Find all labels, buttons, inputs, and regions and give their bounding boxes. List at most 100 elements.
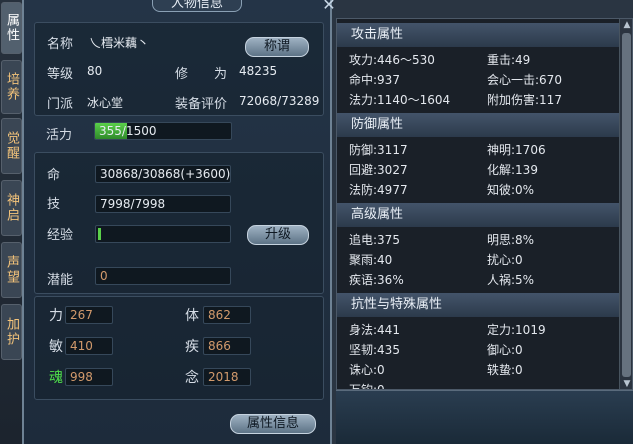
attribute-value: 诛心:0 <box>349 363 385 377</box>
attribute-value: 化解:139 <box>487 163 538 177</box>
stat-value: 866 <box>208 339 231 353</box>
side-tab-blessing[interactable]: 加护 <box>1 304 22 360</box>
attribute-value: 神明:1706 <box>487 143 546 157</box>
potential-value: 0 <box>100 269 108 283</box>
stat-value: 862 <box>208 308 231 322</box>
attribute-value: 附加伤害:117 <box>487 93 562 107</box>
side-tab-label: 声望 <box>4 255 19 285</box>
side-tab-reputation[interactable]: 声望 <box>1 242 22 298</box>
attribute-value: 御心:0 <box>487 343 523 357</box>
side-tab-attributes[interactable]: 属性 <box>1 2 22 54</box>
exp-label: 经验 <box>47 228 74 243</box>
attribute-value: 回避:3027 <box>349 163 408 177</box>
stat-label: 疾 <box>185 339 199 355</box>
attribute-value: 会心一击:670 <box>487 73 562 87</box>
side-tab-label: 属性 <box>4 13 19 43</box>
side-tab-strip: 属性 培养 觉醒 神启 声望 加护 <box>0 0 22 444</box>
attribute-detail-panel: 攻击属性攻力:446～530 重击:49 命中:937 会心一击:670 法力:1140… <box>336 18 633 390</box>
scrollbar[interactable]: ▲ ▼ <box>619 19 632 389</box>
name-value: 乀樰米藕丶 <box>89 36 150 50</box>
stat-value-field: 267 <box>65 306 113 324</box>
stats-section: 力 267 体 862 敏 410 疾 866 魂 998 念 2018 <box>34 296 324 400</box>
attribute-section-header: 攻击属性 <box>337 23 619 47</box>
cultivation-value: 48235 <box>239 64 278 78</box>
stat-value-field: 2018 <box>203 368 251 386</box>
attribute-info-button[interactable]: 属性信息 <box>230 414 316 434</box>
skill-field: 7998/7998 <box>95 195 231 213</box>
skill-label: 技 <box>47 197 61 212</box>
title-button[interactable]: 称谓 <box>245 37 309 57</box>
attribute-value: 明思:8% <box>487 233 535 247</box>
panel-title: 人物信息 <box>152 0 243 12</box>
stat-value-field: 866 <box>203 337 251 355</box>
attribute-value: 聚雨:40 <box>349 253 393 267</box>
stat-value: 267 <box>70 308 93 322</box>
vitality-label: 活力 <box>46 128 73 143</box>
faction-label: 门派 <box>47 97 74 112</box>
faction-value: 冰心堂 <box>87 96 124 110</box>
side-tab-label: 神启 <box>4 193 19 223</box>
basic-info-section: 名称 乀樰米藕丶 称谓 等级 80 修 为 48235 门派 冰心堂 装备评价 … <box>34 22 324 116</box>
side-tab-label: 加护 <box>4 317 19 347</box>
side-tab-label: 培养 <box>4 72 19 102</box>
level-label: 等级 <box>47 67 74 82</box>
attribute-value: 轶蛰:0 <box>487 363 523 377</box>
stat-value: 410 <box>70 339 93 353</box>
attribute-value: 知彼:0% <box>487 183 535 197</box>
stat-label: 力 <box>49 308 63 324</box>
attribute-value: 人祸:5% <box>487 273 535 287</box>
attribute-value: 命中:937 <box>349 73 400 87</box>
life-field: 30868/30868(+3600) <box>95 165 231 183</box>
close-icon[interactable]: ✕ <box>320 0 338 14</box>
attribute-value: 追电:375 <box>349 233 400 247</box>
upgrade-button[interactable]: 升级 <box>247 225 309 245</box>
stat-label: 念 <box>185 370 199 386</box>
attribute-section-header: 防御属性 <box>337 113 619 137</box>
attribute-value: 身法:441 <box>349 323 400 337</box>
attribute-value: 法力:1140～1604 <box>349 93 451 107</box>
stat-value-field: 410 <box>65 337 113 355</box>
skill-value: 7998/7998 <box>100 197 166 211</box>
equip-score-label: 装备评价 <box>175 97 228 112</box>
character-info-panel: 人物信息 ✕ 名称 乀樰米藕丶 称谓 等级 80 修 为 48235 门派 冰心… <box>22 0 336 444</box>
side-tab-training[interactable]: 培养 <box>1 60 22 114</box>
stat-value-field: 862 <box>203 306 251 324</box>
scroll-up-icon[interactable]: ▲ <box>622 20 632 30</box>
exp-fill <box>98 228 101 240</box>
attribute-section-header: 抗性与特殊属性 <box>337 293 619 317</box>
vitality-value: 355/1500 <box>99 124 157 138</box>
life-label: 命 <box>47 168 61 183</box>
cultivation-label: 修 为 <box>175 67 228 82</box>
attribute-value: 定力:1019 <box>487 323 546 337</box>
side-tab-awaken[interactable]: 觉醒 <box>1 118 22 174</box>
attribute-value: 疾语:36% <box>349 273 404 287</box>
attribute-section-header: 高级属性 <box>337 203 619 227</box>
attribute-value: 重击:49 <box>487 53 531 67</box>
attribute-value: 防御:3117 <box>349 143 408 157</box>
attribute-value: 攻力:446～530 <box>349 53 435 67</box>
scroll-down-icon[interactable]: ▼ <box>622 379 632 389</box>
level-value: 80 <box>87 64 103 78</box>
exp-bar <box>95 225 231 243</box>
stat-label: 魂 <box>49 370 63 386</box>
stat-value: 998 <box>70 370 93 384</box>
stat-label: 体 <box>185 308 199 324</box>
attribute-value: 法防:4977 <box>349 183 408 197</box>
resource-section: 命 30868/30868(+3600) 技 7998/7998 经验 升级 潜… <box>34 152 324 294</box>
attribute-value: 扰心:0 <box>487 253 523 267</box>
stat-value-field: 998 <box>65 368 113 386</box>
side-tab-divine[interactable]: 神启 <box>1 180 22 236</box>
stat-label: 敏 <box>49 339 63 355</box>
vitality-bar: 355/1500 <box>94 122 232 140</box>
attribute-value: 万钧:0 <box>349 383 385 390</box>
potential-field: 0 <box>95 267 231 285</box>
equip-score-value: 72068/73289 <box>239 94 320 108</box>
side-tab-label: 觉醒 <box>4 131 19 161</box>
bottom-toolbar-strip <box>336 390 633 444</box>
life-value: 30868/30868(+3600) <box>100 167 231 181</box>
name-label: 名称 <box>47 37 74 52</box>
stat-value: 2018 <box>208 370 239 384</box>
scroll-thumb[interactable] <box>622 33 631 377</box>
potential-label: 潜能 <box>47 273 74 288</box>
attribute-value: 坚韧:435 <box>349 343 400 357</box>
